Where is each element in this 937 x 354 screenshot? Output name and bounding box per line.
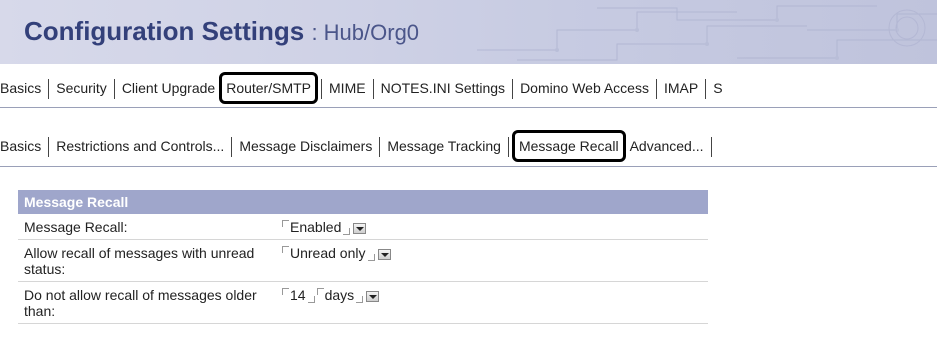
tab-basics[interactable]: Basics xyxy=(0,73,45,103)
title-banner: Configuration Settings : Hub/Org0 xyxy=(0,0,937,64)
setting-label: Message Recall: xyxy=(24,219,128,235)
field-end-marker xyxy=(356,296,364,303)
tab-client-upgrade[interactable]: Client Upgrade xyxy=(118,73,219,103)
tab-truncated[interactable]: S xyxy=(709,73,726,103)
field-start-marker xyxy=(282,288,289,295)
page-title-server: : Hub/Org0 xyxy=(311,20,420,45)
tab-notes-ini-settings[interactable]: NOTES.INI Settings xyxy=(377,73,509,103)
setting-row-message-recall: Message Recall: Enabled xyxy=(18,214,708,240)
tab-separator xyxy=(113,79,115,100)
subtab-bar-divider xyxy=(0,166,937,167)
max-age-number[interactable]: 14 xyxy=(290,287,306,303)
page-title: Configuration Settings : Hub/Org0 xyxy=(24,16,419,47)
max-age-unit[interactable]: days xyxy=(325,287,355,303)
circuit-pattern-decoration xyxy=(477,5,937,61)
message-recall-value[interactable]: Enabled xyxy=(290,219,341,235)
setting-label: Allow recall of messages with unread sta… xyxy=(24,245,255,277)
unread-recall-value[interactable]: Unread only xyxy=(290,245,366,261)
page-title-main: Configuration Settings xyxy=(24,16,305,46)
tab-mime[interactable]: MIME xyxy=(325,73,370,103)
tab-separator xyxy=(507,137,509,158)
dropdown-arrow-icon[interactable] xyxy=(366,291,380,302)
message-recall-field[interactable]: Enabled xyxy=(282,214,708,239)
tab-security[interactable]: Security xyxy=(52,73,111,103)
tab-separator xyxy=(512,79,514,100)
tab-separator xyxy=(321,79,323,100)
setting-row-max-age: Do not allow recall of messages older th… xyxy=(18,282,708,324)
tab-separator xyxy=(48,137,50,158)
field-start-marker xyxy=(282,220,289,227)
tab-separator xyxy=(710,137,712,158)
tab-separator xyxy=(705,79,707,100)
field-start-marker xyxy=(282,246,289,253)
message-recall-section: Message Recall Message Recall: Enabled A… xyxy=(18,190,708,324)
subtab-message-recall[interactable]: Message Recall xyxy=(511,130,626,162)
sub-tab-bar: Basics Restrictions and Controls... Messag… xyxy=(0,130,715,162)
setting-label: Do not allow recall of messages older th… xyxy=(24,287,257,319)
tab-domino-web-access[interactable]: Domino Web Access xyxy=(516,73,653,103)
subtab-restrictions-and-controls[interactable]: Restrictions and Controls... xyxy=(52,131,228,161)
dropdown-arrow-icon[interactable] xyxy=(353,223,367,234)
section-header: Message Recall xyxy=(18,190,708,214)
tab-separator xyxy=(379,137,381,158)
subtab-basics[interactable]: Basics xyxy=(0,131,45,161)
tab-separator xyxy=(372,79,374,100)
tab-separator xyxy=(655,79,657,100)
field-end-marker xyxy=(307,296,315,303)
unread-recall-field[interactable]: Unread only xyxy=(282,240,708,281)
tab-bar-divider xyxy=(0,107,937,108)
setting-row-unread-recall: Allow recall of messages with unread sta… xyxy=(18,240,708,282)
subtab-message-tracking[interactable]: Message Tracking xyxy=(383,131,505,161)
field-start-marker xyxy=(316,288,324,295)
dropdown-arrow-icon[interactable] xyxy=(377,249,391,260)
tab-router-smtp[interactable]: Router/SMTP xyxy=(219,72,319,104)
subtab-advanced[interactable]: Advanced... xyxy=(626,131,708,161)
tab-imap[interactable]: IMAP xyxy=(660,73,702,103)
tab-separator xyxy=(48,79,50,100)
field-end-marker xyxy=(343,228,351,235)
main-tab-bar: Basics Security Client Upgrade Router/SMTP M… xyxy=(0,72,727,104)
tab-separator xyxy=(231,137,233,158)
field-end-marker xyxy=(367,254,375,261)
subtab-message-disclaimers[interactable]: Message Disclaimers xyxy=(235,131,376,161)
max-age-field[interactable]: 14 days xyxy=(282,282,708,323)
